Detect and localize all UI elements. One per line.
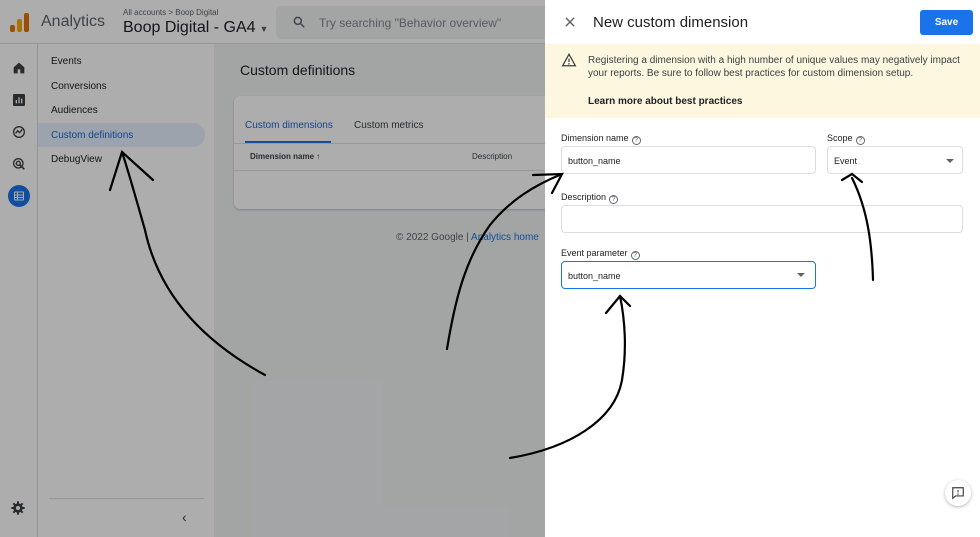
scope-select[interactable]: Event <box>827 146 963 174</box>
label-text: Event parameter <box>561 248 628 258</box>
feedback-icon[interactable] <box>945 480 971 506</box>
drawer-title: New custom dimension <box>593 14 749 31</box>
modal-scrim[interactable] <box>0 0 545 537</box>
dimension-name-field[interactable]: button_name <box>561 146 816 174</box>
save-button[interactable]: Save <box>920 10 973 35</box>
help-icon[interactable]: ? <box>609 195 619 204</box>
help-icon[interactable]: ? <box>855 136 865 145</box>
description-field[interactable] <box>561 205 963 233</box>
best-practices-link[interactable]: Learn more about best practices <box>588 96 743 107</box>
warning-text: Registering a dimension with a high numb… <box>588 55 960 79</box>
select-value: Event <box>834 156 858 166</box>
close-icon[interactable] <box>563 15 577 29</box>
label-text: Description <box>561 192 607 202</box>
help-icon[interactable]: ? <box>631 136 641 145</box>
description-label: Description? <box>561 192 619 204</box>
dropdown-arrow-icon <box>797 273 805 277</box>
help-icon[interactable]: ? <box>630 251 640 260</box>
new-custom-dimension-drawer: New custom dimension Save Registering a … <box>545 0 980 537</box>
dropdown-arrow-icon <box>946 159 954 163</box>
label-text: Scope <box>827 133 853 143</box>
scope-label: Scope? <box>827 133 865 145</box>
field-value: button_name <box>568 156 621 166</box>
dimension-name-label: Dimension name? <box>561 133 641 145</box>
warning-icon <box>561 53 577 67</box>
label-text: Dimension name <box>561 133 629 143</box>
event-parameter-select[interactable]: button_name <box>561 261 816 289</box>
event-parameter-label: Event parameter? <box>561 248 640 260</box>
select-value: button_name <box>568 271 621 281</box>
